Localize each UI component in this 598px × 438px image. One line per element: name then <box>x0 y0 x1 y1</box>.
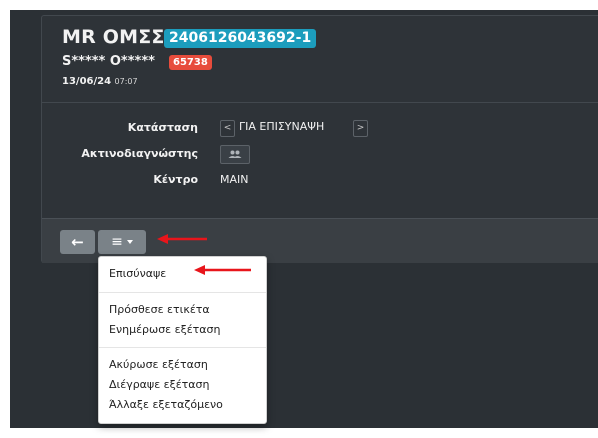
exam-date: 13/06/24 <box>62 76 112 87</box>
center-label: Κέντρο <box>153 173 198 186</box>
hamburger-icon: ≡ <box>111 234 123 250</box>
menu-item-change-patient[interactable]: Άλλαξε εξεταζόμενο <box>109 398 223 411</box>
exam-panel: MR ΟΜΣΣ 2406126043692-1 S***** O***** 65… <box>41 15 598 263</box>
patient-name: S***** O***** <box>62 54 155 69</box>
status-label: Κατάσταση <box>127 121 198 134</box>
radiologist-label: Ακτινοδιαγνώστης <box>81 147 198 160</box>
status-value: ΓΙΑ ΕΠΙΣΥΝΑΨΗ <box>239 120 325 133</box>
menu-divider <box>99 292 266 293</box>
accession-badge: 2406126043692-1 <box>164 29 317 48</box>
actions-menu-button[interactable]: ≡ <box>98 230 146 254</box>
back-button[interactable]: ← <box>60 230 95 254</box>
chevron-right-icon: > <box>356 123 365 133</box>
annotation-arrow-attach-item <box>194 265 251 275</box>
menu-item-cancel-exam[interactable]: Ακύρωσε εξέταση <box>109 358 208 371</box>
patient-id-badge: 65738 <box>169 55 212 70</box>
menu-item-add-tag[interactable]: Πρόσθεσε ετικέτα <box>109 303 210 316</box>
status-prev-button[interactable]: < <box>220 120 235 137</box>
caret-down-icon <box>126 240 133 244</box>
exam-header: MR ΟΜΣΣ 2406126043692-1 S***** O***** 65… <box>42 16 598 103</box>
exam-time: 07:07 <box>114 77 138 86</box>
exam-title: MR ΟΜΣΣ <box>62 26 165 48</box>
assign-radiologist-button[interactable] <box>220 145 250 164</box>
users-icon <box>228 150 242 158</box>
status-next-button[interactable]: > <box>353 120 368 137</box>
menu-item-attach[interactable]: Επισύναψε <box>109 267 166 280</box>
annotation-arrow-menu-button <box>157 234 207 244</box>
exam-datetime: 13/06/24 07:07 <box>62 76 138 87</box>
arrow-left-icon: ← <box>71 233 84 251</box>
menu-divider <box>99 347 266 348</box>
chevron-left-icon: < <box>223 123 232 133</box>
menu-item-update-exam[interactable]: Ενημέρωσε εξέταση <box>109 323 220 336</box>
actions-dropdown-menu: Επισύναψε Πρόσθεσε ετικέτα Ενημέρωσε εξέ… <box>98 256 267 424</box>
center-value: MAIN <box>220 173 249 186</box>
menu-item-delete-exam[interactable]: Διέγραψε εξέταση <box>109 378 209 391</box>
